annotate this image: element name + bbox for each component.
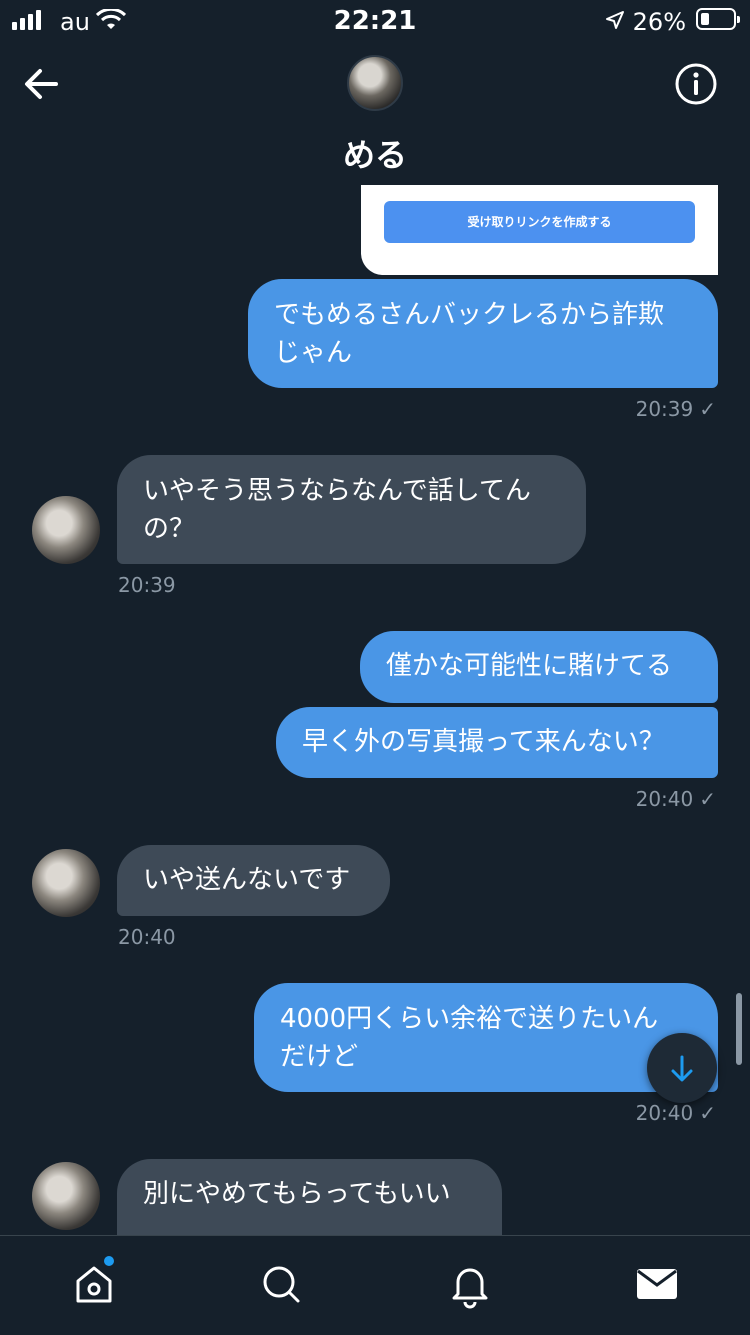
message-line: 別にやめてもらってもいい [143, 1179, 451, 1209]
message-line: 4000円くらい余裕で送りたいん [280, 1004, 659, 1034]
sent-check-icon: ✓ [699, 1101, 716, 1125]
header-avatar[interactable] [347, 55, 403, 111]
message-line: いや送んないです [143, 865, 351, 895]
create-link-button[interactable]: 受け取りリンクを作成する [384, 201, 695, 243]
message-bubble-outgoing[interactable]: 早く外の写真撮って来んない？ [276, 707, 718, 778]
search-icon[interactable] [251, 1254, 311, 1314]
battery-icon [696, 8, 740, 30]
message-bubble-incoming[interactable]: 別にやめてもらってもいい [117, 1159, 502, 1235]
message-line: 早く外の写真撮って来んない？ [302, 727, 665, 757]
message-line: だけど [280, 1042, 359, 1072]
avatar[interactable] [32, 849, 100, 917]
sent-check-icon: ✓ [699, 787, 716, 811]
back-arrow-icon[interactable] [20, 62, 64, 106]
status-bar: au 22:21 26% [0, 0, 750, 40]
message-timestamp: 20:39 [635, 397, 694, 421]
message-timestamp: 20:40 [118, 925, 176, 949]
scroll-to-bottom-button[interactable] [647, 1033, 717, 1103]
avatar[interactable] [32, 496, 100, 564]
location-icon [606, 11, 624, 29]
info-icon[interactable] [674, 62, 718, 106]
mail-icon[interactable] [627, 1254, 687, 1314]
message-meta: 20:40 ✓ [636, 787, 716, 811]
message-line: の？ [143, 514, 196, 544]
message-line: 僅かな可能性に賭けてる [386, 651, 673, 681]
message-meta: 20:40 ✓ [636, 1101, 716, 1125]
message-bubble-outgoing[interactable]: でもめるさんバックレるから詐欺 じゃん [248, 279, 718, 388]
message-bubble-outgoing[interactable]: 僅かな可能性に賭けてる [360, 631, 718, 703]
battery-percent: 26% [632, 8, 686, 36]
message-bubble-incoming[interactable]: いや送んないです [117, 845, 390, 916]
message-line: いやそう思うならなんで話してん [143, 476, 531, 506]
message-timestamp: 20:40 [635, 787, 694, 811]
avatar[interactable] [32, 1162, 100, 1230]
bell-icon[interactable] [440, 1254, 500, 1314]
notification-dot [104, 1256, 114, 1266]
message-line: じゃん [274, 338, 353, 368]
arrow-down-icon [671, 1055, 693, 1082]
sent-check-icon: ✓ [699, 397, 716, 421]
message-timestamp: 20:39 [118, 573, 176, 597]
message-meta: 20:39 ✓ [636, 397, 716, 421]
message-line: でもめるさんバックレるから詐欺 [274, 300, 665, 330]
message-timestamp: 20:40 [635, 1101, 694, 1125]
scrollbar[interactable] [736, 993, 742, 1065]
home-icon[interactable] [64, 1254, 124, 1314]
conversation-title[interactable]: める [0, 130, 750, 176]
bottom-tab-bar [0, 1235, 750, 1335]
message-bubble-incoming[interactable]: いやそう思うならなんで話してん の？ [117, 455, 586, 564]
